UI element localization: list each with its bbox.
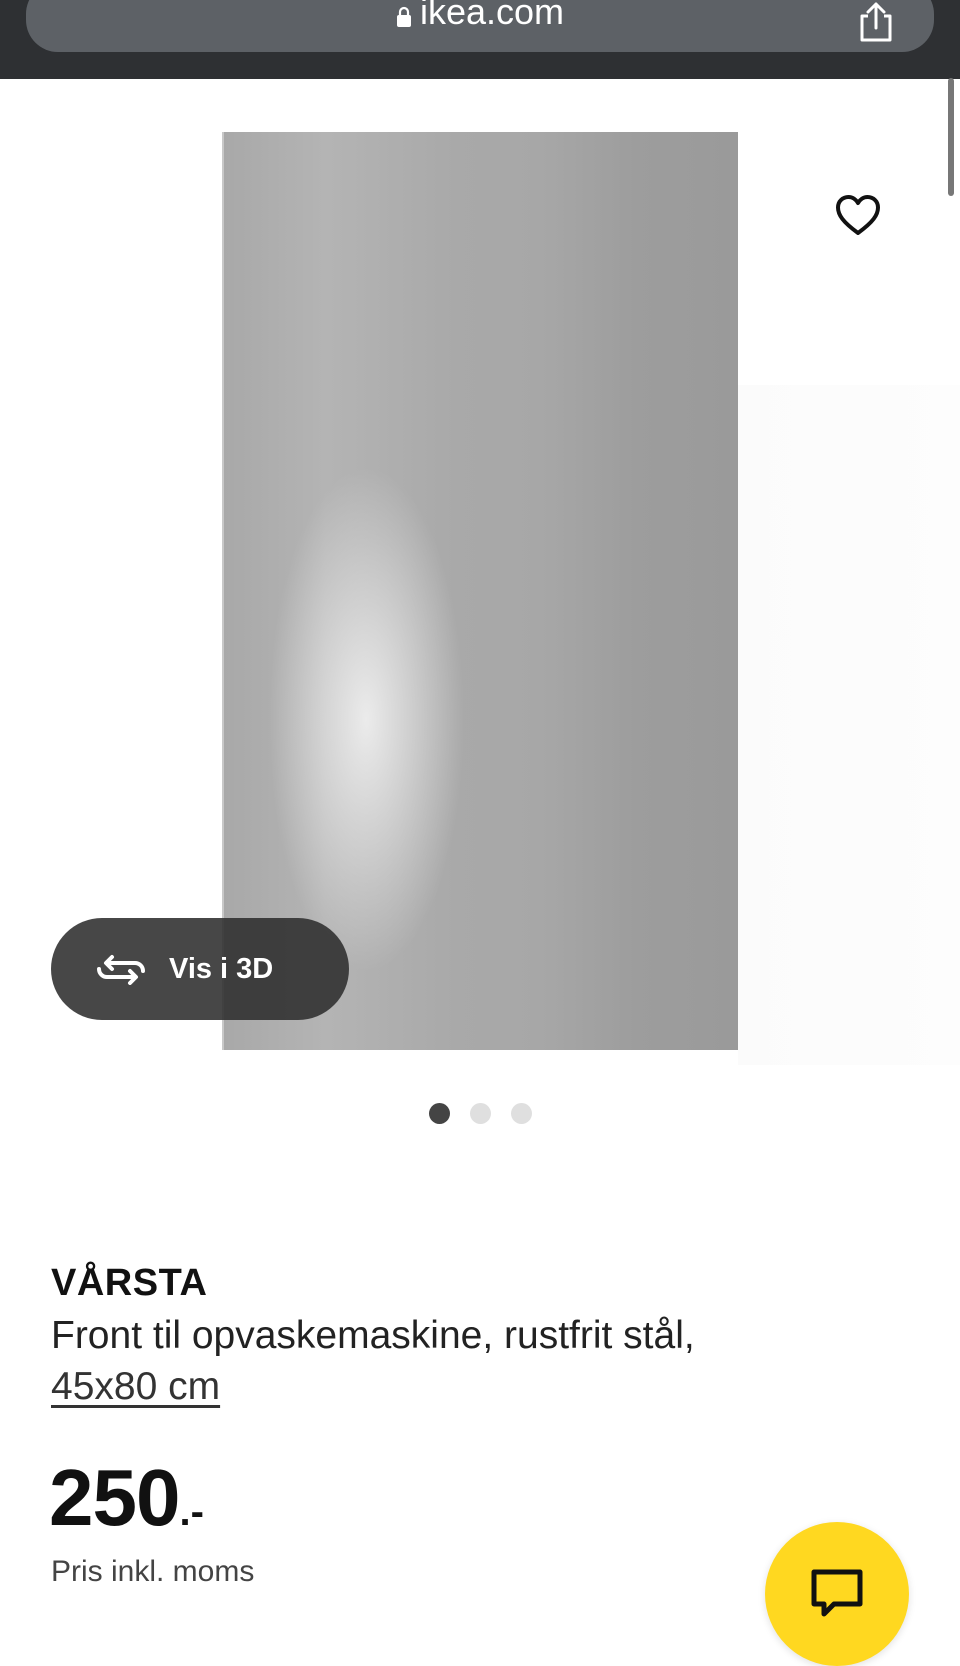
product-image[interactable] (222, 132, 738, 1050)
chat-icon (811, 1569, 863, 1617)
carousel-dot-2[interactable] (470, 1103, 491, 1124)
carousel-dot-1[interactable] (429, 1103, 450, 1124)
favorite-button[interactable] (828, 185, 888, 245)
product-size-link[interactable]: 45x80 cm (51, 1365, 220, 1408)
chat-button[interactable] (765, 1522, 909, 1666)
product-name: VÅRSTA (51, 1262, 208, 1304)
view-in-3d-button[interactable]: Vis i 3D (51, 918, 349, 1020)
product-price: 250.- (49, 1452, 204, 1544)
product-description-text: Front til opvaskemaskine, rustfrit stål, (51, 1314, 695, 1357)
view-in-3d-label: Vis i 3D (169, 952, 274, 985)
rotate-3d-icon (97, 955, 145, 985)
share-icon[interactable] (854, 0, 898, 44)
price-note: Pris inkl. moms (51, 1555, 255, 1588)
next-image-peek (738, 385, 960, 1065)
product-description: Front til opvaskemaskine, rustfrit stål,… (51, 1310, 871, 1412)
browser-toolbar: ikea.com (0, 0, 960, 79)
url-text: ikea.com (419, 0, 565, 32)
price-suffix: .- (179, 1490, 204, 1534)
carousel-dot-3[interactable] (511, 1103, 532, 1124)
lock-icon (396, 6, 411, 27)
address-bar[interactable]: ikea.com (26, 0, 934, 52)
price-amount: 250 (49, 1453, 180, 1542)
address-bar-content: ikea.com (26, 0, 934, 52)
carousel-indicator (429, 1103, 532, 1124)
heart-icon (836, 195, 880, 235)
